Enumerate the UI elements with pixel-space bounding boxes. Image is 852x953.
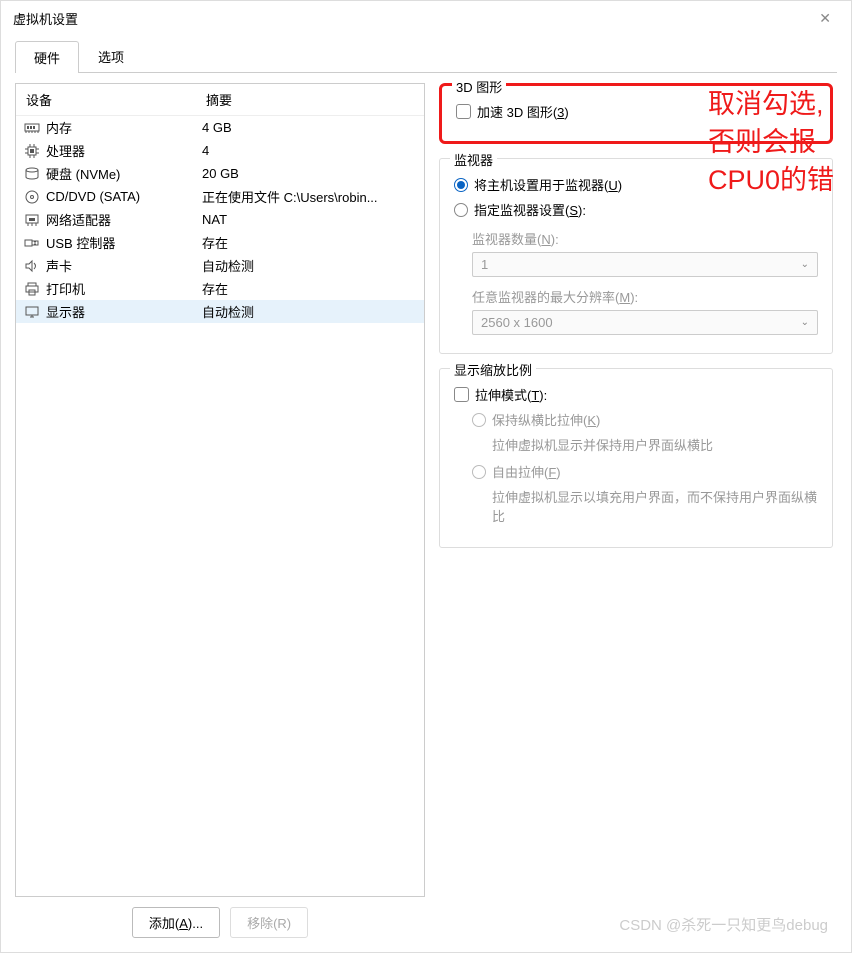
hw-summary: 自动检测: [202, 302, 418, 321]
chevron-down-icon: ⌄: [801, 259, 809, 270]
radio-keep-ratio: 保持纵横比拉伸(K): [472, 410, 818, 429]
radio-free-stretch: 自由拉伸(F): [472, 462, 818, 481]
header-summary[interactable]: 摘要: [196, 84, 424, 115]
hardware-table: 设备 摘要 内存4 GB处理器4硬盘 (NVMe)20 GBCD/DVD (SA…: [15, 83, 425, 897]
titlebar: 虚拟机设置 ✕: [1, 1, 851, 36]
free-stretch-desc: 拉伸虚拟机显示以填充用户界面，而不保持用户界面纵横比: [492, 487, 818, 525]
remove-button: 移除(R): [230, 907, 308, 938]
hardware-row[interactable]: 显示器自动检测: [16, 300, 424, 323]
cd-icon: [22, 189, 42, 205]
max-res-combo: 2560 x 1600 ⌄: [472, 310, 818, 335]
max-res-value: 2560 x 1600: [481, 315, 553, 330]
tab-options[interactable]: 选项: [79, 40, 143, 72]
sound-icon: [22, 258, 42, 274]
hw-summary: 4: [202, 143, 418, 158]
accel-3d-label: 加速 3D 图形(3): [477, 102, 569, 121]
add-button[interactable]: 添加(A)...: [132, 907, 220, 938]
content-area: 设备 摘要 内存4 GB处理器4硬盘 (NVMe)20 GBCD/DVD (SA…: [1, 73, 851, 952]
watermark: CSDN @杀死一只知更鸟debug: [619, 914, 828, 935]
monitor-count-value: 1: [481, 257, 488, 272]
net-icon: [22, 212, 42, 228]
hw-summary: 20 GB: [202, 166, 418, 181]
keep-ratio-desc: 拉伸虚拟机显示并保持用户界面纵横比: [492, 435, 818, 454]
hw-name: 网络适配器: [46, 210, 202, 229]
hw-name: 声卡: [46, 256, 202, 275]
hw-name: USB 控制器: [46, 233, 202, 252]
hardware-row[interactable]: 声卡自动检测: [16, 254, 424, 277]
chevron-down-icon: ⌄: [801, 317, 809, 328]
hw-name: 硬盘 (NVMe): [46, 164, 202, 183]
hw-summary: 存在: [202, 233, 418, 252]
hardware-row[interactable]: 硬盘 (NVMe)20 GB: [16, 162, 424, 185]
stretch-mode-row[interactable]: 拉伸模式(T):: [454, 385, 818, 404]
memory-icon: [22, 120, 42, 136]
settings-panel: 3D 图形 加速 3D 图形(3) 监视器 将主机设置用于监视器(U) 指定监视…: [439, 83, 837, 942]
radio-use-host-label: 将主机设置用于监视器(U): [474, 175, 622, 194]
header-device[interactable]: 设备: [16, 84, 196, 115]
radio-specify-label: 指定监视器设置(S):: [474, 200, 586, 219]
button-row: 添加(A)... 移除(R): [15, 897, 425, 942]
radio-specify[interactable]: 指定监视器设置(S):: [454, 200, 818, 219]
hardware-row[interactable]: 打印机存在: [16, 277, 424, 300]
hardware-header: 设备 摘要: [16, 84, 424, 116]
tab-strip: 硬件 选项: [15, 40, 837, 73]
printer-icon: [22, 281, 42, 297]
disk-icon: [22, 166, 42, 182]
radio-keep-ratio-btn: [472, 413, 486, 427]
group-display-scale: 显示缩放比例 拉伸模式(T): 保持纵横比拉伸(K) 拉伸虚拟机显示并保持用户界…: [439, 368, 833, 548]
hardware-row[interactable]: 处理器4: [16, 139, 424, 162]
monitor-count-combo: 1 ⌄: [472, 252, 818, 277]
hardware-row[interactable]: 内存4 GB: [16, 116, 424, 139]
hw-summary: 正在使用文件 C:\Users\robin...: [202, 187, 418, 206]
hardware-row[interactable]: 网络适配器NAT: [16, 208, 424, 231]
radio-free-stretch-btn: [472, 465, 486, 479]
usb-icon: [22, 235, 42, 251]
hardware-panel: 设备 摘要 内存4 GB处理器4硬盘 (NVMe)20 GBCD/DVD (SA…: [15, 83, 425, 942]
max-res-label: 任意监视器的最大分辨率(M):: [472, 287, 818, 306]
group-scale-title: 显示缩放比例: [450, 360, 536, 379]
hw-summary: 自动检测: [202, 256, 418, 275]
annotation-text: 取消勾选, 否则会报 CPU0的错: [708, 86, 834, 199]
hw-name: CD/DVD (SATA): [46, 189, 202, 204]
hardware-row[interactable]: CD/DVD (SATA)正在使用文件 C:\Users\robin...: [16, 185, 424, 208]
radio-keep-ratio-label: 保持纵横比拉伸(K): [492, 410, 600, 429]
accel-3d-checkbox[interactable]: [456, 104, 471, 119]
add-label: 添加(A)...: [149, 916, 203, 931]
window-title: 虚拟机设置: [13, 9, 78, 28]
close-icon[interactable]: ✕: [811, 10, 839, 27]
cpu-icon: [22, 143, 42, 159]
tab-hardware[interactable]: 硬件: [15, 41, 79, 73]
stretch-mode-label: 拉伸模式(T):: [475, 385, 547, 404]
hw-summary: NAT: [202, 212, 418, 227]
remove-label: 移除(R): [247, 916, 291, 931]
hw-name: 显示器: [46, 302, 202, 321]
display-icon: [22, 304, 42, 320]
radio-free-stretch-label: 自由拉伸(F): [492, 462, 561, 481]
radio-use-host-btn[interactable]: [454, 178, 468, 192]
hardware-row[interactable]: USB 控制器存在: [16, 231, 424, 254]
stretch-mode-checkbox[interactable]: [454, 387, 469, 402]
radio-specify-btn[interactable]: [454, 203, 468, 217]
hw-name: 内存: [46, 118, 202, 137]
hw-summary: 存在: [202, 279, 418, 298]
hw-name: 处理器: [46, 141, 202, 160]
monitor-count-label: 监视器数量(N):: [472, 229, 818, 248]
group-monitor-title: 监视器: [450, 150, 497, 169]
group-3d-title: 3D 图形: [452, 77, 506, 96]
hw-summary: 4 GB: [202, 120, 418, 135]
hw-name: 打印机: [46, 279, 202, 298]
